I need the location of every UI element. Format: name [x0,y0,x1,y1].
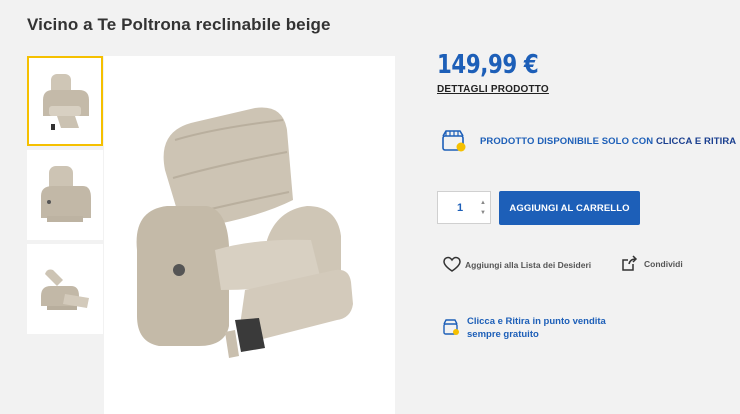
availability-highlight: CLICCA E RITIRA [655,135,737,147]
thumbnail-gallery [27,56,103,338]
recliner-front-thumb [43,74,89,130]
quantity-value[interactable]: 1 [438,202,476,214]
store-icon [443,319,459,335]
product-price: 149,99 € [437,50,539,80]
product-details-link[interactable]: DETTAGLI PRODOTTO [437,84,549,95]
pickup-label: Clicca e Ritira in punto vendita sempre … [467,316,606,340]
pickup-notice: Clicca e Ritira in punto vendita sempre … [442,315,637,341]
add-to-cart-button[interactable]: AGGIUNGI AL CARRELLO [499,191,640,225]
product-main-image[interactable] [104,56,395,414]
thumbnail-1[interactable] [27,56,103,146]
quantity-stepper[interactable]: 1 ▲ ▼ [437,191,491,224]
recliner-side-thumb [41,166,91,222]
increase-icon[interactable]: ▲ [480,198,486,208]
wishlist-button[interactable]: Aggiungi alla Lista dei Desideri [443,256,591,273]
decrease-icon[interactable]: ▼ [480,208,486,218]
recliner-chair-image [136,107,353,358]
recliner-extended-thumb [41,269,89,310]
thumbnail-3[interactable] [27,244,103,334]
share-icon [622,255,638,271]
quantity-arrows[interactable]: ▲ ▼ [476,198,490,218]
store-icon [442,130,466,152]
thumbnail-2[interactable] [27,150,103,240]
share-label: Condividi [644,258,683,269]
availability-prefix: PRODOTTO DISPONIBILE SOLO CON [480,135,656,147]
heart-icon [443,256,461,272]
availability-notice: PRODOTTO DISPONIBILE SOLO CON CLICCA E R… [440,127,736,155]
wishlist-label: Aggiungi alla Lista dei Desideri [465,259,592,270]
share-button[interactable]: Condividi [621,255,683,272]
product-title: Vicino a Te Poltrona reclinabile beige [27,15,331,34]
